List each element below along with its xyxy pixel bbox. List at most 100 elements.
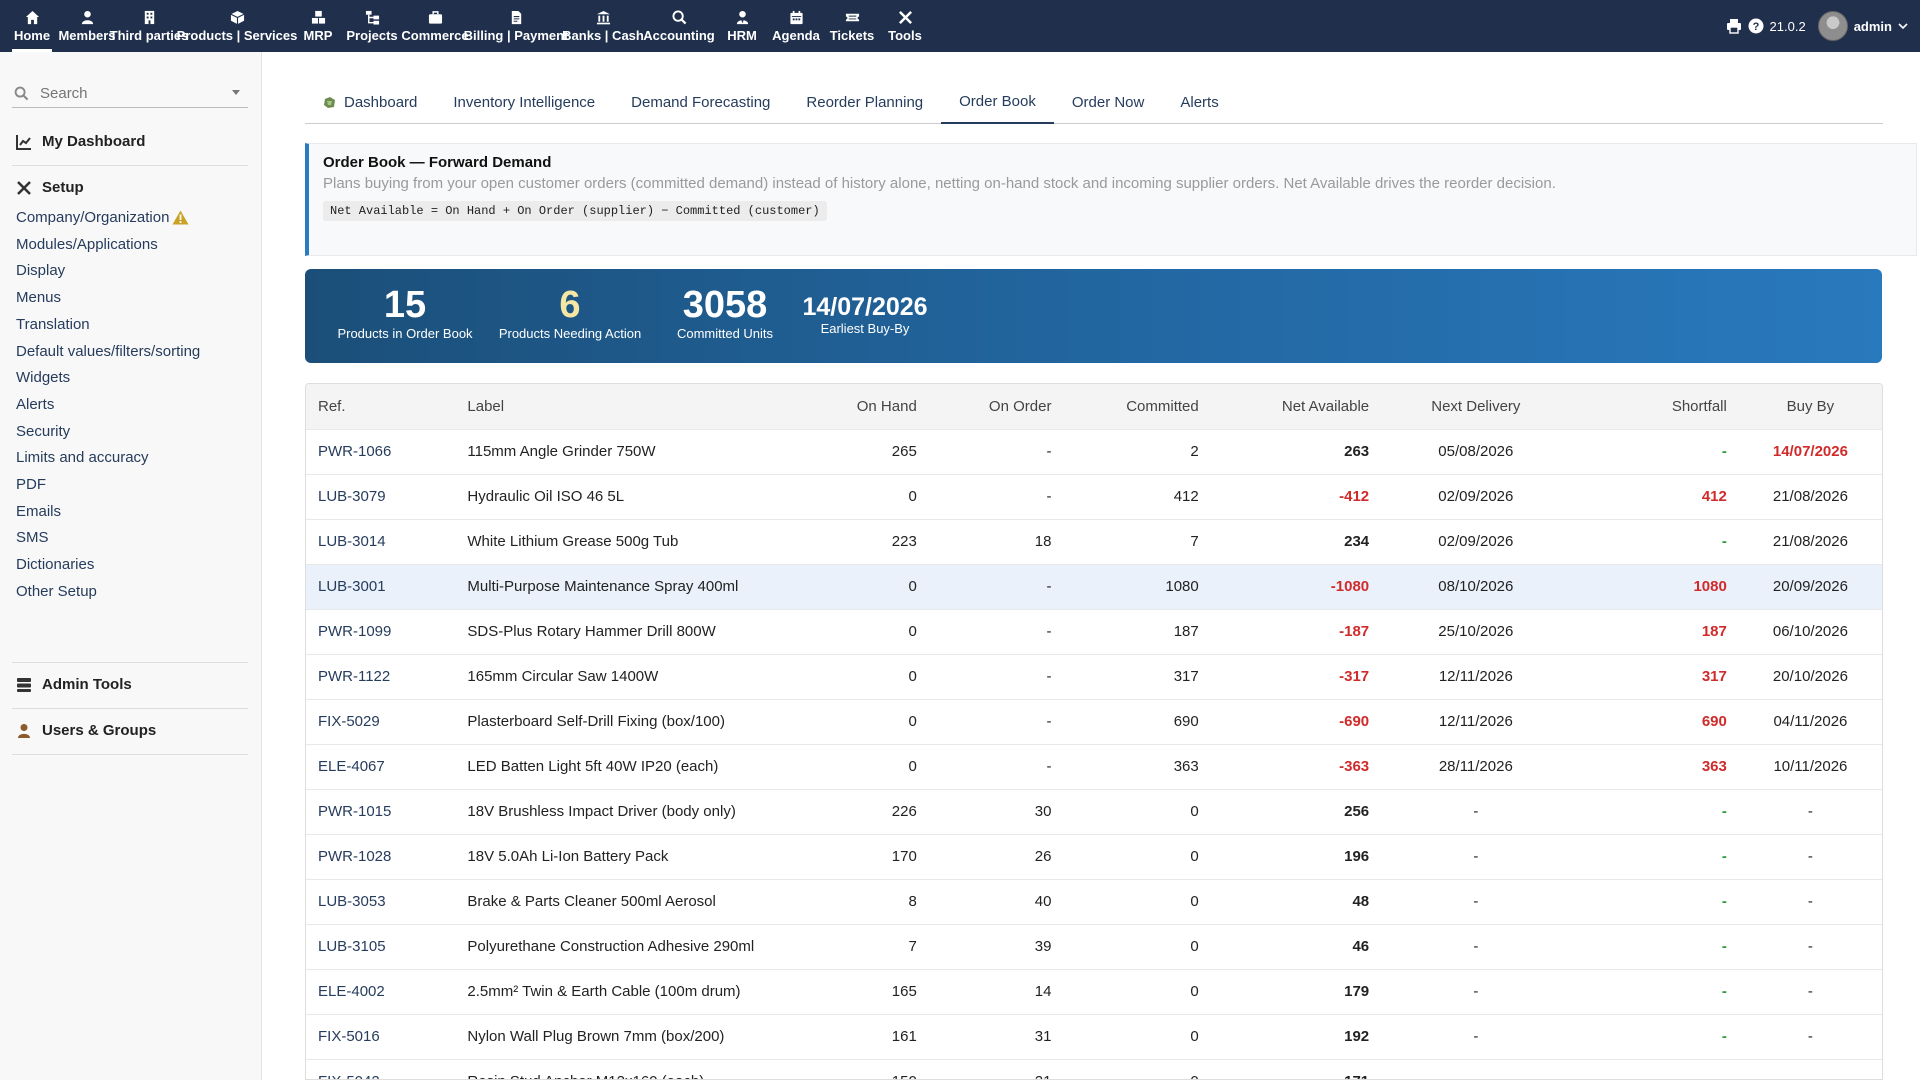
table-row[interactable]: LUB-3105 Polyurethane Construction Adhesi… [306,924,1882,969]
sidebar-item-menus[interactable]: Menus [16,289,61,306]
cell-next-delivery: 08/10/2026 [1438,578,1514,595]
sidebar-item-dictionaries[interactable]: Dictionaries [16,556,94,573]
table-row[interactable]: LUB-3014 White Lithium Grease 500g Tub 223… [306,519,1882,564]
sidebar-item-limits-and-accuracy[interactable]: Limits and accuracy [16,449,149,466]
cell-ref[interactable]: FIX-5016 [306,1014,455,1059]
top-menu-item-hrm[interactable]: HRM [716,0,768,52]
cell-ref[interactable]: PWR-1015 [306,789,455,834]
cell-on-order: - [1046,758,1052,775]
col-ref[interactable]: Ref. [306,384,455,429]
top-menu-item-products-services[interactable]: Products | Services [177,0,297,52]
left-sidebar: My Dashboard Setup Company/Organization M… [0,52,262,1080]
sidebar-item-sms[interactable]: SMS [16,529,49,546]
search-input[interactable] [40,85,220,102]
tab-label: Inventory Intelligence [453,93,596,111]
sidebar-item-widgets[interactable]: Widgets [16,369,70,386]
cell-next-delivery: 12/11/2026 [1438,668,1513,685]
table-row[interactable]: PWR-1099 SDS-Plus Rotary Hammer Drill 800… [306,609,1882,654]
tab-alerts[interactable]: Alerts [1162,80,1236,124]
sidebar-item-company-organization[interactable]: Company/Organization [16,209,189,226]
top-menu-item-tickets[interactable]: Tickets [824,0,880,52]
sidebar-item-alerts[interactable]: Alerts [16,396,54,413]
sidebar-item-translation[interactable]: Translation [16,316,90,333]
tab-dashboard[interactable]: Dashboard [305,80,435,124]
tab-order-book[interactable]: Order Book [941,80,1054,124]
col-on-order[interactable]: On Order [929,384,1064,429]
sidebar-item-default-values-filters-sorting[interactable]: Default values/filters/sorting [16,343,200,360]
table-row[interactable]: LUB-3053 Brake & Parts Cleaner 500ml Aero… [306,879,1882,924]
cell-ref[interactable]: FIX-5042 [306,1059,455,1079]
top-menu-item-billing-payment[interactable]: Billing | Payment [464,0,568,52]
cell-ref[interactable]: LUB-3105 [306,924,455,969]
col-label[interactable]: Label [455,384,802,429]
chevron-down-icon[interactable] [1898,21,1908,31]
top-menu-item-accounting[interactable]: Accounting [642,0,716,52]
cell-ref[interactable]: LUB-3079 [306,474,455,519]
sidebar-item-pdf[interactable]: PDF [16,476,46,493]
col-shortfall[interactable]: Shortfall [1571,384,1739,429]
cell-committed: 412 [1173,488,1199,505]
sidebar-users-groups[interactable]: Users & Groups [16,722,156,739]
cell-ref[interactable]: PWR-1066 [306,429,455,474]
sidebar-search[interactable] [12,80,248,108]
table-row[interactable]: FIX-5042Resin Stud Anchor M12x160 (each)… [306,1059,1882,1079]
table-row[interactable]: FIX-5016 Nylon Wall Plug Brown 7mm (box/2… [306,1014,1882,1059]
cell-buy-by: - [1807,803,1813,820]
top-menu-item-banks-cash[interactable]: Banks | Cash [562,0,644,52]
tab-order-now[interactable]: Order Now [1054,80,1163,124]
cell-ref[interactable]: LUB-3014 [306,519,455,564]
cell-ref[interactable]: PWR-1099 [306,609,455,654]
sidebar-item-security[interactable]: Security [16,423,70,440]
cell-ref[interactable]: LUB-3001 [306,564,455,609]
cell-on-hand: 226 [891,803,917,820]
user-name[interactable]: admin [1854,19,1892,34]
top-menu-item-tools[interactable]: Tools [880,0,930,52]
sidebar-setup[interactable]: Setup [16,179,84,196]
tab-inventory-intelligence[interactable]: Inventory Intelligence [435,80,613,124]
sidebar-admin-tools[interactable]: Admin Tools [16,676,132,693]
table-row[interactable]: PWR-1015 18V Brushless Impact Driver (bod… [306,789,1882,834]
table-row[interactable]: LUB-3001 Multi-Purpose Maintenance Spray … [306,564,1882,609]
top-menu-item-third-parties[interactable]: Third parties [110,0,188,52]
table-row[interactable]: PWR-1122 165mm Circular Saw 1400W 0-317 -31… [306,654,1882,699]
sidebar-item-emails[interactable]: Emails [16,503,61,520]
top-menu-item-home[interactable]: Home [8,0,56,52]
top-menu-item-commerce[interactable]: Commerce [401,0,469,52]
col-on-hand[interactable]: On Hand [803,384,929,429]
col-buy-by[interactable]: Buy By [1739,384,1882,429]
table-row[interactable]: ELE-4002 2.5mm² Twin & Earth Cable (100m … [306,969,1882,1014]
table-row[interactable]: PWR-1066 115mm Angle Grinder 750W 265 - 2 263… [306,429,1882,474]
cell-on-order: 26 [1034,848,1052,865]
cell-ref[interactable]: PWR-1028 [306,834,455,879]
col-next-delivery[interactable]: Next Delivery [1381,384,1570,429]
stat-action-label: Products Needing Action [498,326,642,341]
sidebar-my-dashboard[interactable]: My Dashboard [16,133,145,150]
tab-demand-forecasting[interactable]: Demand Forecasting [613,80,788,124]
cell-ref[interactable]: LUB-3053 [306,879,455,924]
table-row[interactable]: LUB-3079 Hydraulic Oil ISO 46 5L 0-412 -412… [306,474,1882,519]
tab-reorder-planning[interactable]: Reorder Planning [788,80,941,124]
table-row[interactable]: ELE-4067 LED Batten Light 5ft 40W IP20 (e… [306,744,1882,789]
top-menu-item-projects[interactable]: Projects [342,0,402,52]
module-tabs: Dashboard Inventory Intelligence Demand Fo… [305,80,1883,124]
col-committed[interactable]: Committed [1063,384,1210,429]
cell-ref[interactable]: ELE-4067 [306,744,455,789]
sidebar-item-label: Widgets [16,369,71,387]
print-icon[interactable] [1726,18,1742,34]
chevron-down-icon[interactable] [232,90,240,95]
cell-ref[interactable]: PWR-1122 [306,654,455,699]
cell-ref[interactable]: FIX-5029 [306,699,455,744]
cell-ref[interactable]: ELE-4002 [306,969,455,1014]
sidebar-item-other-setup[interactable]: Other Setup [16,583,97,600]
sidebar-item-modules-applications[interactable]: Modules/Applications [16,236,158,253]
table-row[interactable]: FIX-5029 Plasterboard Self-Drill Fixing (… [306,699,1882,744]
help-icon[interactable]: ? [1748,18,1764,34]
cell-buy-by: 14/07/2026 [1772,443,1848,460]
table-row[interactable]: PWR-1028 18V 5.0Ah Li-Ion Battery Pack 170… [306,834,1882,879]
top-menu-item-agenda[interactable]: Agenda [768,0,824,52]
top-menu-item-mrp[interactable]: MRP [294,0,342,52]
col-net-available[interactable]: Net Available [1211,384,1381,429]
sidebar-item-display[interactable]: Display [16,262,65,279]
top-menu-item-members[interactable]: Members [56,0,118,52]
avatar[interactable] [1817,11,1848,41]
